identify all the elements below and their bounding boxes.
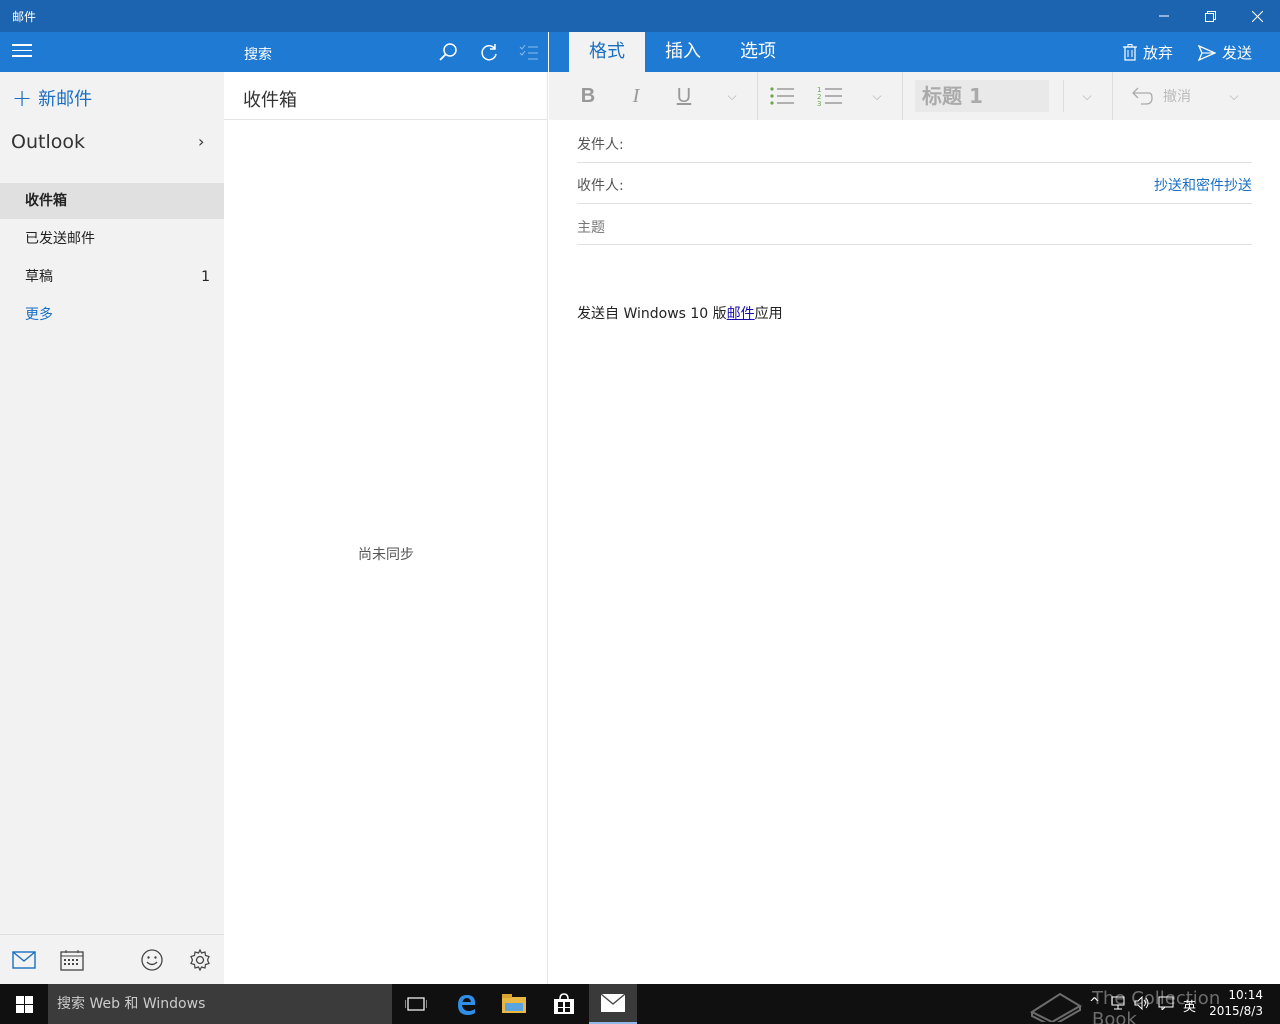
mail-icon[interactable]	[11, 947, 37, 973]
svg-text:3: 3	[817, 100, 821, 107]
paragraph-style-dropdown[interactable]: 标题 1	[915, 80, 1049, 112]
folder-inbox[interactable]: 收件箱	[0, 183, 224, 219]
to-field[interactable]: 收件人: 抄送和密件抄送	[577, 163, 1252, 204]
send-button[interactable]: 发送	[1198, 42, 1252, 63]
settings-gear-icon[interactable]	[187, 947, 213, 973]
clock-time: 10:14	[1228, 988, 1263, 1002]
toolbar-divider	[1063, 80, 1064, 112]
chevron-down-icon[interactable]: ⌵	[1074, 82, 1100, 110]
ribbon-tabs: 格式 插入 选项 放弃 发送	[549, 32, 1280, 72]
minimize-icon	[1159, 15, 1169, 17]
action-center-icon[interactable]	[1158, 996, 1174, 1014]
bold-icon[interactable]: B	[575, 82, 601, 110]
calendar-icon[interactable]	[59, 947, 85, 973]
tab-format[interactable]: 格式	[569, 32, 645, 72]
nav-header	[0, 32, 224, 72]
restore-button[interactable]	[1187, 0, 1233, 32]
empty-state-text: 尚未同步	[358, 547, 414, 563]
taskbar-search-box[interactable]: 搜索 Web 和 Windows	[48, 984, 392, 1024]
to-label: 收件人:	[577, 178, 624, 194]
book-logo-icon	[1030, 992, 1082, 1022]
chevron-down-icon[interactable]: ⌵	[719, 82, 745, 110]
clock[interactable]: 10:14 2015/8/3	[1209, 987, 1263, 1019]
undo-label[interactable]: 撤消	[1163, 82, 1191, 110]
plus-icon: +	[12, 84, 33, 112]
cc-bcc-link[interactable]: 抄送和密件抄送	[1154, 175, 1252, 195]
message-list-pane: 搜索 收件箱 尚未同步	[224, 32, 548, 984]
nav-bottom-bar	[0, 934, 224, 984]
underline-icon[interactable]: U	[671, 82, 697, 110]
send-icon	[1198, 44, 1216, 61]
volume-icon[interactable]	[1134, 995, 1150, 1014]
mail-app-taskbar-icon[interactable]	[589, 984, 637, 1024]
subject-placeholder: 主题	[577, 220, 605, 236]
account-name[interactable]: Outlook	[11, 131, 85, 153]
from-label: 发件人:	[577, 137, 624, 153]
left-nav-pane: + 新邮件 Outlook › 收件箱 已发送邮件 草稿 1 更多	[0, 32, 224, 984]
selection-mode-icon[interactable]	[517, 40, 541, 64]
chevron-down-icon[interactable]: ⌵	[864, 82, 890, 110]
tab-options[interactable]: 选项	[720, 32, 796, 72]
folder-drafts[interactable]: 草稿 1	[0, 259, 224, 295]
search-box[interactable]: 搜索	[244, 44, 272, 64]
start-button[interactable]	[0, 984, 48, 1024]
numbered-list-icon[interactable]: 123	[816, 82, 844, 110]
folder-sent[interactable]: 已发送邮件	[0, 221, 224, 257]
clock-date: 2015/8/3	[1209, 1004, 1263, 1018]
network-icon[interactable]	[1110, 996, 1126, 1014]
from-field[interactable]: 发件人:	[577, 122, 1252, 163]
folder-more[interactable]: 更多	[0, 297, 224, 333]
close-icon	[1251, 10, 1263, 22]
list-header: 收件箱	[224, 72, 548, 120]
toolbar-divider	[1112, 72, 1113, 120]
title-bar: 邮件	[0, 0, 1280, 32]
chevron-down-icon[interactable]: ⌵	[1221, 82, 1247, 110]
discard-label: 放弃	[1143, 44, 1174, 62]
format-toolbar: B I U ⌵ 123 ⌵ 标题 1 ⌵ 撤消 ⌵	[549, 72, 1280, 120]
edge-browser-icon[interactable]	[442, 984, 490, 1024]
task-view-icon[interactable]	[392, 984, 440, 1024]
toolbar-divider	[757, 72, 758, 120]
mail-app-link[interactable]: 邮件	[727, 306, 755, 322]
tab-insert[interactable]: 插入	[645, 32, 721, 72]
bullet-list-icon[interactable]	[768, 82, 796, 110]
folder-label: 更多	[25, 307, 53, 323]
compose-pane: 格式 插入 选项 放弃 发送 B I U ⌵ 123 ⌵ 标题 1 ⌵ 撤消 ⌵…	[549, 32, 1280, 984]
new-mail-label: 新邮件	[38, 89, 93, 110]
list-title: 收件箱	[243, 90, 297, 111]
signature-suffix: 应用	[754, 306, 783, 322]
input-method-indicator[interactable]: 英	[1183, 996, 1196, 1015]
italic-icon[interactable]: I	[623, 82, 649, 110]
signature-prefix: 发送自 Windows 10 版	[577, 306, 727, 322]
new-mail-button[interactable]: + 新邮件	[12, 85, 92, 111]
sync-icon[interactable]	[477, 40, 501, 64]
send-label: 发送	[1222, 44, 1253, 62]
folder-count: 1	[201, 269, 210, 285]
message-body-signature[interactable]: 发送自 Windows 10 版邮件应用	[577, 303, 783, 323]
folder-label: 收件箱	[25, 193, 67, 209]
toolbar-divider	[902, 72, 903, 120]
trash-icon	[1123, 44, 1137, 61]
hamburger-menu-icon[interactable]	[12, 44, 32, 60]
discard-button[interactable]: 放弃	[1123, 42, 1173, 63]
search-icon[interactable]	[436, 40, 460, 64]
taskbar: 搜索 Web 和 Windows The Collection Book ^ 英…	[0, 984, 1280, 1024]
feedback-smiley-icon[interactable]	[139, 947, 165, 973]
subject-field[interactable]: 主题	[577, 204, 1252, 245]
file-explorer-icon[interactable]	[490, 984, 538, 1024]
window-title: 邮件	[12, 10, 37, 24]
close-button[interactable]	[1234, 0, 1280, 32]
minimize-button[interactable]	[1141, 0, 1187, 32]
search-bar: 搜索	[224, 32, 548, 72]
chevron-right-icon[interactable]: ›	[198, 132, 204, 151]
folder-label: 草稿	[25, 269, 53, 285]
store-icon[interactable]	[540, 984, 588, 1024]
windows-logo-icon	[15, 995, 33, 1013]
folder-label: 已发送邮件	[25, 231, 95, 247]
restore-icon	[1204, 10, 1216, 22]
chevron-up-icon[interactable]: ^	[1089, 996, 1100, 1011]
undo-icon[interactable]	[1127, 82, 1155, 110]
